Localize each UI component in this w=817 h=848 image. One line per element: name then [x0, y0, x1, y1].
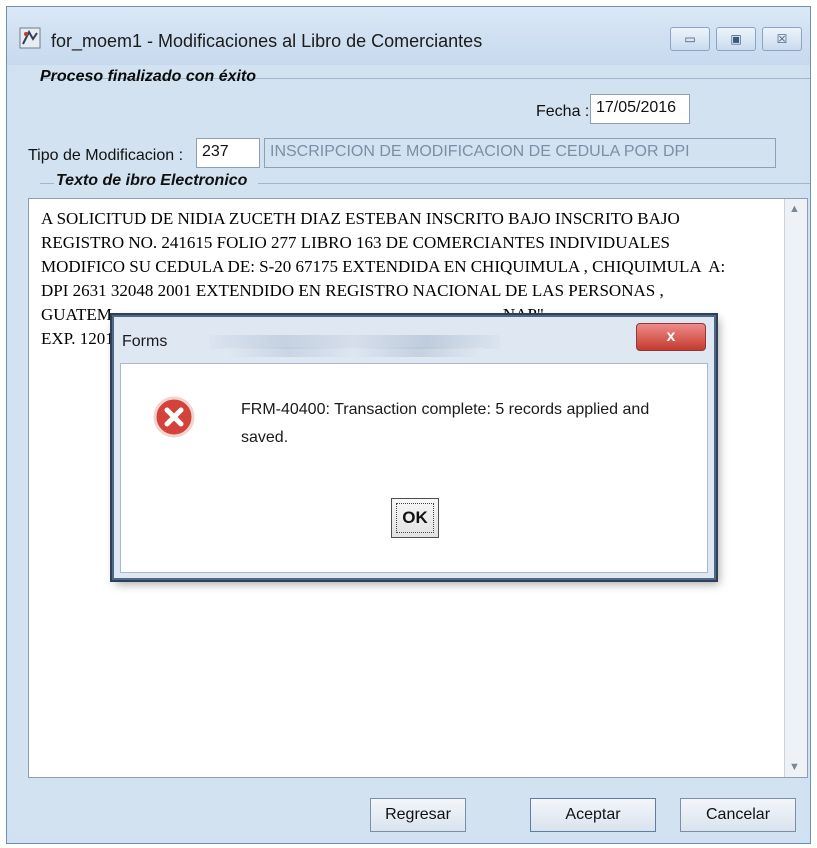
vertical-scrollbar[interactable]: ▲ ▼	[784, 199, 807, 777]
status-message: Proceso finalizado con éxito	[40, 68, 257, 85]
cancelar-button[interactable]: Cancelar	[680, 798, 796, 832]
dialog-title: Forms	[122, 333, 168, 350]
forms-dialog: Forms x FRM-40400: Transaction complete:…	[112, 315, 716, 580]
dialog-close-button[interactable]: x	[636, 323, 706, 351]
regresar-button[interactable]: Regresar	[370, 798, 466, 832]
window-title: for_moem1 - Modificaciones al Libro de C…	[51, 31, 483, 51]
dialog-body: FRM-40400: Transaction complete: 5 recor…	[120, 363, 708, 573]
minimize-button[interactable]: ▭	[670, 27, 710, 51]
scroll-down-icon[interactable]: ▼	[789, 761, 800, 773]
error-icon	[153, 396, 195, 438]
aceptar-button[interactable]: Aceptar	[530, 798, 656, 832]
close-button[interactable]: ☒	[762, 27, 802, 51]
ok-button[interactable]: OK	[391, 498, 439, 538]
dialog-message: FRM-40400: Transaction complete: 5 recor…	[241, 401, 650, 446]
fecha-field[interactable]: 17/05/2016	[590, 94, 690, 124]
window-controls: ▭ ▣ ☒	[670, 27, 802, 51]
tipo-modificacion-code-field[interactable]: 237	[196, 138, 260, 168]
tipo-modificacion-label: Tipo de Modificacion :	[28, 147, 184, 164]
ok-button-label: OK	[402, 508, 428, 527]
texto-heading: Texto de ibro Electronico	[56, 172, 248, 189]
texto-divider-right	[258, 183, 810, 184]
tipo-modificacion-description-field: INSCRIPCION DE MODIFICACION DE CEDULA PO…	[264, 138, 776, 168]
texto-divider-left	[40, 183, 54, 184]
maximize-button[interactable]: ▣	[716, 27, 756, 51]
scroll-up-icon[interactable]: ▲	[789, 203, 800, 215]
app-icon	[19, 27, 41, 49]
fecha-label: Fecha :	[536, 103, 590, 120]
dialog-title-blur-2	[224, 347, 484, 357]
title-bar[interactable]: for_moem1 - Modificaciones al Libro de C…	[7, 7, 810, 65]
